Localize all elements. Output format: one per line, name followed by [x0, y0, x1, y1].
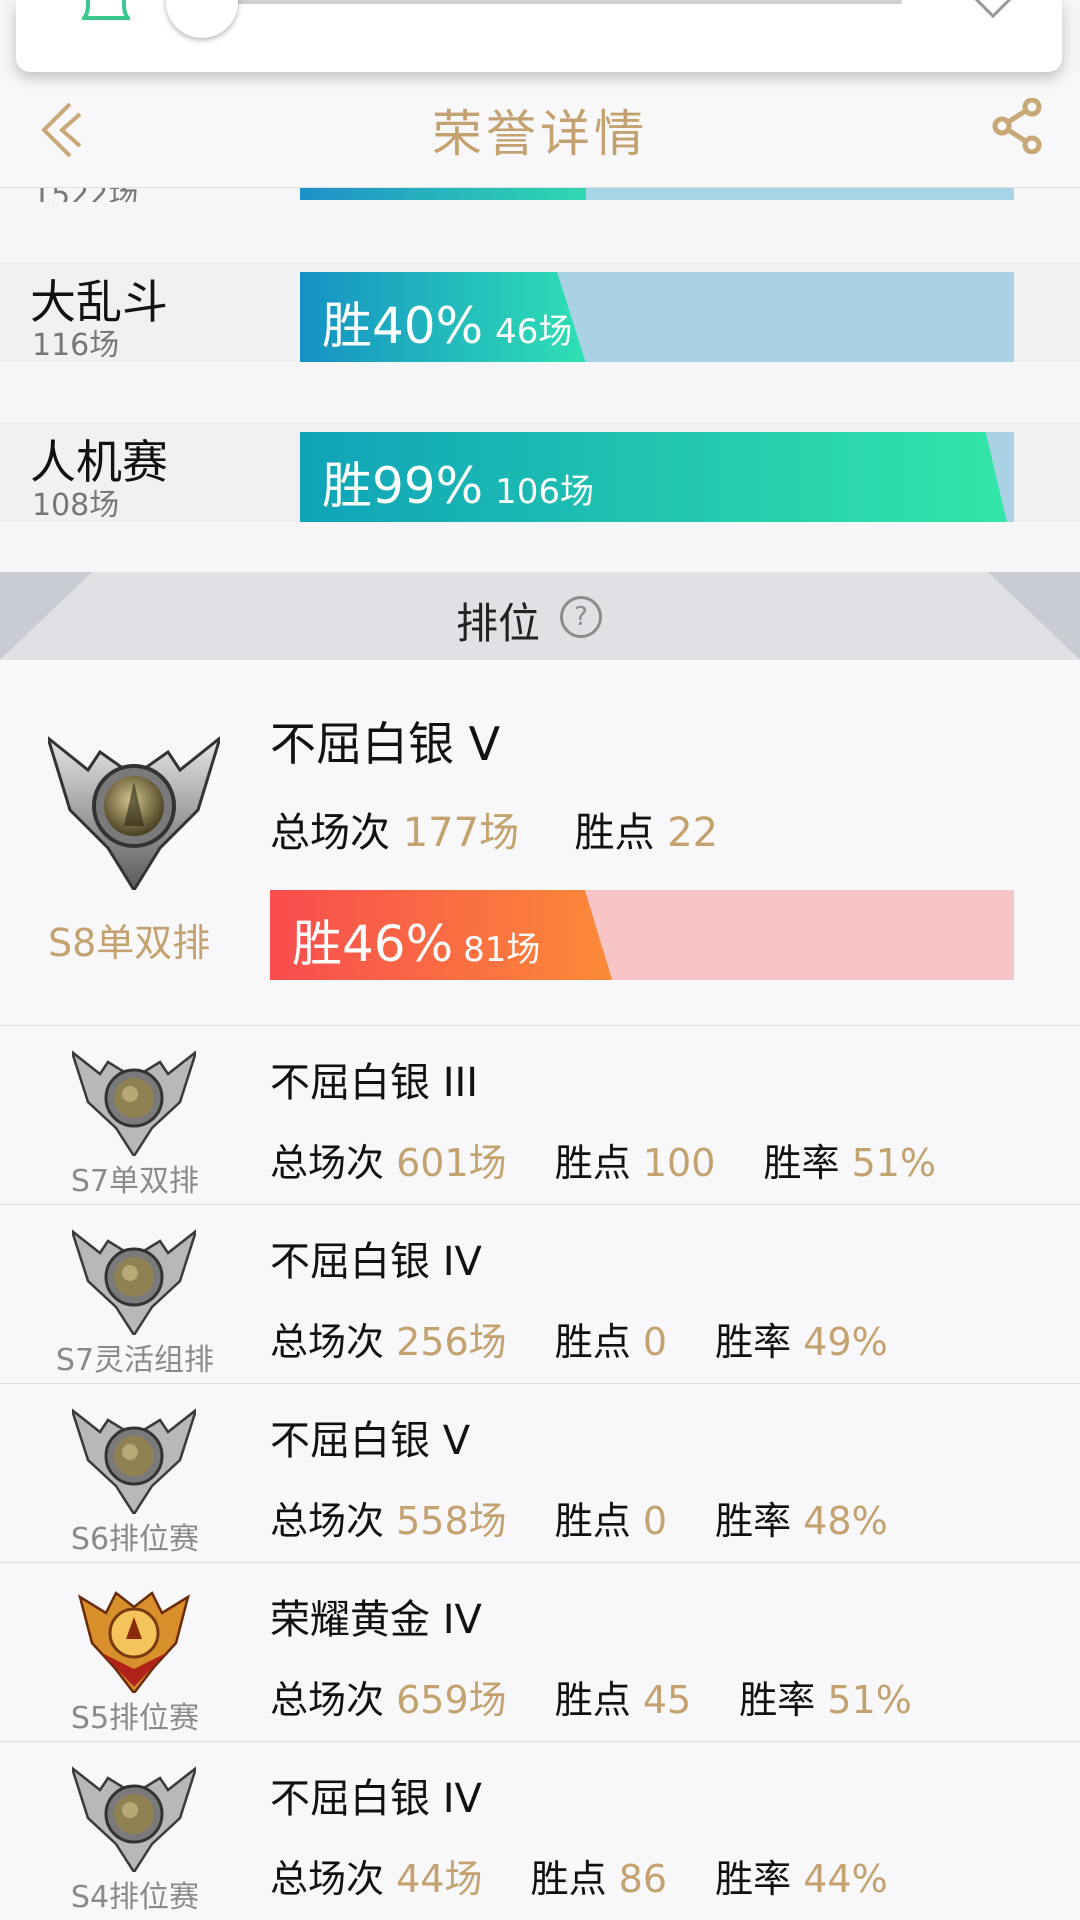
season-stats: 总场次 256场 胜点 0 胜率 49% [270, 1320, 888, 1364]
league-points: 0 [642, 1320, 668, 1364]
page-title: 荣誉详情 [432, 105, 648, 163]
season-history-row[interactable]: S5排位赛 荣耀黄金 IV 总场次 659场 胜点 45 胜率 51% [0, 1563, 1080, 1742]
win-rate-bar: 胜99% 106场 [300, 432, 1014, 522]
total-games: 601场 [396, 1141, 507, 1185]
win-rate: 51% [851, 1141, 937, 1185]
top-bar: 荣誉详情 [0, 72, 1080, 188]
season-label: S8单双排 [48, 921, 211, 965]
current-season-card[interactable]: S8单双排 不屈白银 V 总场次 177场 胜点 22 胜46% 81场 [0, 660, 1080, 1026]
tier-name: 荣耀黄金 IV [270, 1597, 482, 1643]
season-stats: 总场次 659场 胜点 45 胜率 51% [270, 1678, 912, 1722]
notification-shade [16, 0, 1062, 72]
ranked-win-rate-bar: 胜46% 81场 [270, 890, 1014, 980]
silver-rank-badge-icon [48, 736, 220, 890]
mode-row[interactable]: 人机赛 108场 胜99% 106场 [0, 422, 1080, 523]
question-circle-icon[interactable]: ? [560, 596, 602, 638]
chevron-down-icon[interactable] [971, 0, 1015, 19]
mode-count: 108场 [32, 488, 120, 523]
tier-name: 不屈白银 IV [270, 1239, 482, 1285]
tier-name: 不屈白银 V [270, 717, 501, 771]
season-history-row[interactable]: S6排位赛 不屈白银 V 总场次 558场 胜点 0 胜率 48% [0, 1384, 1080, 1563]
win-rate: 48% [803, 1499, 888, 1543]
total-games: 659场 [396, 1678, 507, 1722]
season-label: S7灵活组排 [55, 1343, 215, 1378]
league-points: 45 [642, 1678, 692, 1722]
brightness-slider-knob[interactable] [166, 0, 238, 38]
win-rate-bar [300, 188, 1014, 200]
share-icon[interactable] [990, 98, 1046, 154]
season-stats: 总场次 177场 胜点 22 [270, 810, 719, 856]
win-rate: 44% [803, 1857, 888, 1901]
tier-name: 不屈白银 V [270, 1418, 471, 1464]
season-history-row[interactable]: S7灵活组排 不屈白银 IV 总场次 256场 胜点 0 胜率 49% [0, 1205, 1080, 1384]
total-games: 44场 [396, 1857, 483, 1901]
season-label: S7单双排 [70, 1164, 200, 1199]
season-stats: 总场次 601场 胜点 100 胜率 51% [270, 1141, 937, 1185]
win-rate-label: 胜46% 81场 [292, 915, 541, 973]
mode-row-partial: 1522场 [0, 188, 1080, 202]
win-rate-label: 胜99% 106场 [322, 457, 595, 515]
season-stats: 总场次 558场 胜点 0 胜率 48% [270, 1499, 888, 1543]
win-rate-label: 胜40% 46场 [322, 297, 573, 355]
total-games: 256场 [396, 1320, 507, 1364]
season-label: S6排位赛 [70, 1522, 200, 1557]
win-rate: 51% [827, 1678, 912, 1722]
tier-name: 不屈白银 IV [270, 1776, 482, 1822]
league-points: 86 [618, 1857, 668, 1901]
total-games: 558场 [396, 1499, 507, 1543]
ranked-section-header: 排位 ? [0, 572, 1080, 660]
season-label: S4排位赛 [70, 1880, 200, 1915]
season-stats: 总场次 44场 胜点 86 胜率 44% [270, 1857, 888, 1901]
league-points: 100 [642, 1141, 716, 1185]
season-history-row[interactable]: S4排位赛 不屈白银 IV 总场次 44场 胜点 86 胜率 44% [0, 1742, 1080, 1920]
league-points: 22 [667, 810, 719, 856]
bell-icon [82, 0, 130, 20]
win-rate-bar: 胜40% 46场 [300, 272, 1014, 362]
league-points: 0 [642, 1499, 668, 1543]
silver-rank-badge-icon [72, 1766, 196, 1872]
mode-count: 1522场 [32, 188, 138, 202]
gold-rank-badge-icon [78, 1591, 190, 1693]
brightness-slider-track[interactable] [216, 0, 902, 4]
section-title: 排位 [456, 599, 541, 648]
tier-name: 不屈白银 III [270, 1060, 479, 1106]
total-games: 177场 [402, 810, 520, 856]
silver-rank-badge-icon [72, 1229, 196, 1335]
silver-rank-badge-icon [72, 1050, 196, 1156]
win-rate: 49% [803, 1320, 888, 1364]
mode-count: 116场 [32, 328, 120, 363]
season-history-row[interactable]: S7单双排 不屈白银 III 总场次 601场 胜点 100 胜率 51% [0, 1026, 1080, 1205]
mode-row[interactable]: 大乱斗 116场 胜40% 46场 [0, 262, 1080, 363]
silver-rank-badge-icon [72, 1408, 196, 1514]
season-label: S5排位赛 [70, 1701, 200, 1736]
